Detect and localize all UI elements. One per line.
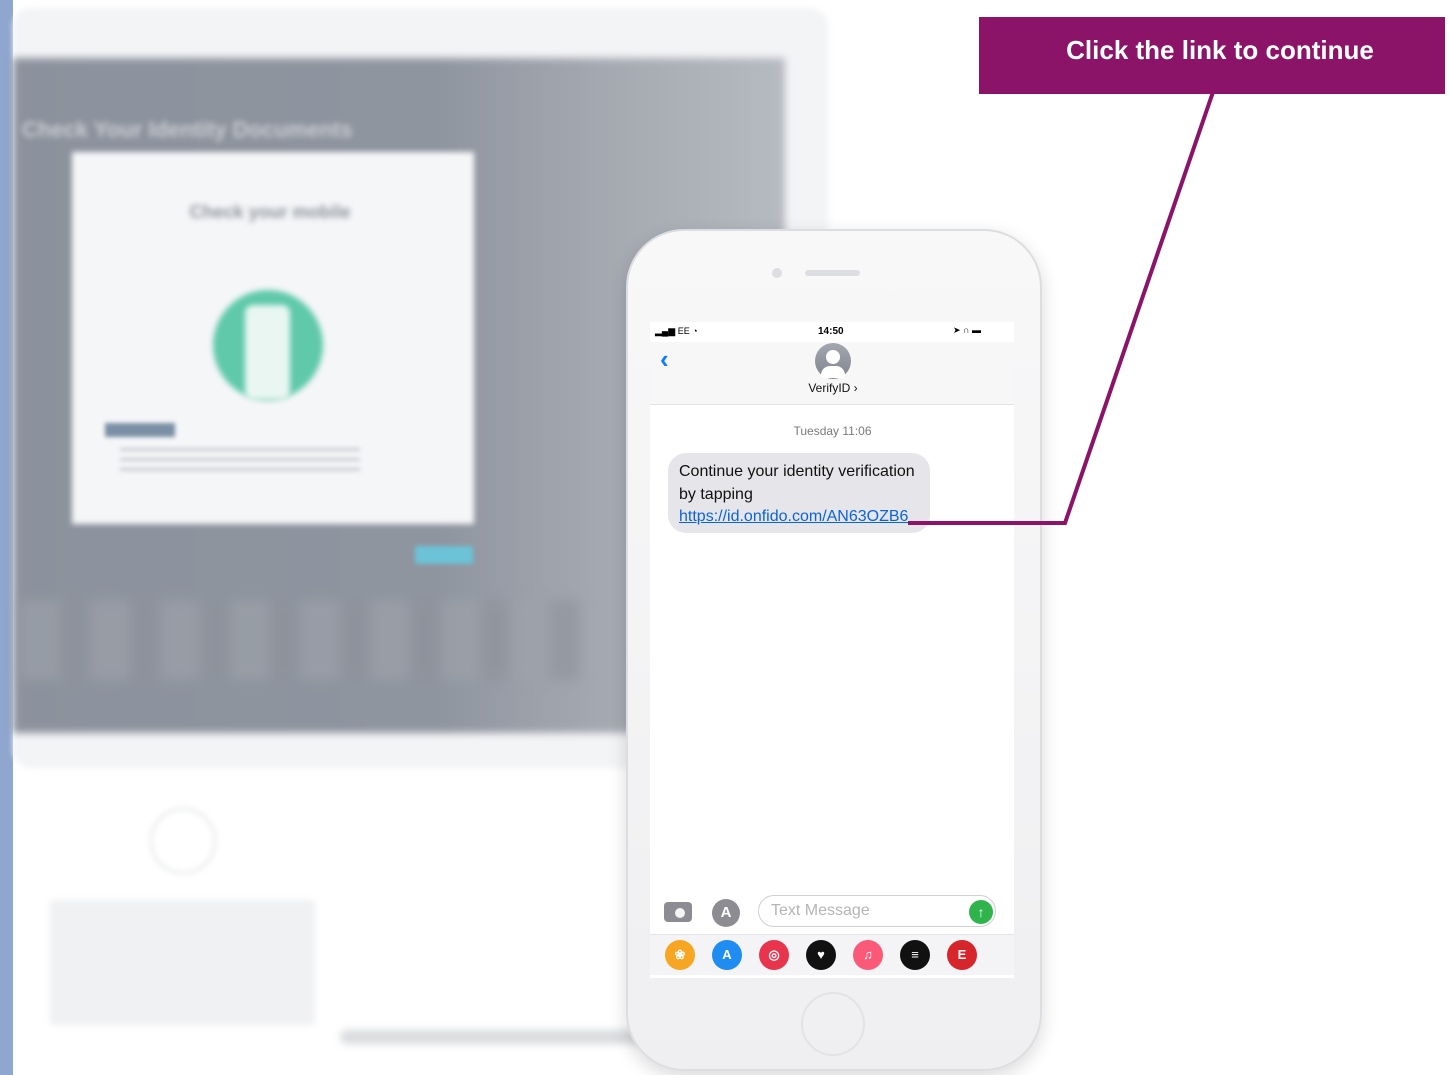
callout-pointer bbox=[908, 91, 1215, 525]
callout-pointer-line bbox=[908, 91, 1215, 525]
